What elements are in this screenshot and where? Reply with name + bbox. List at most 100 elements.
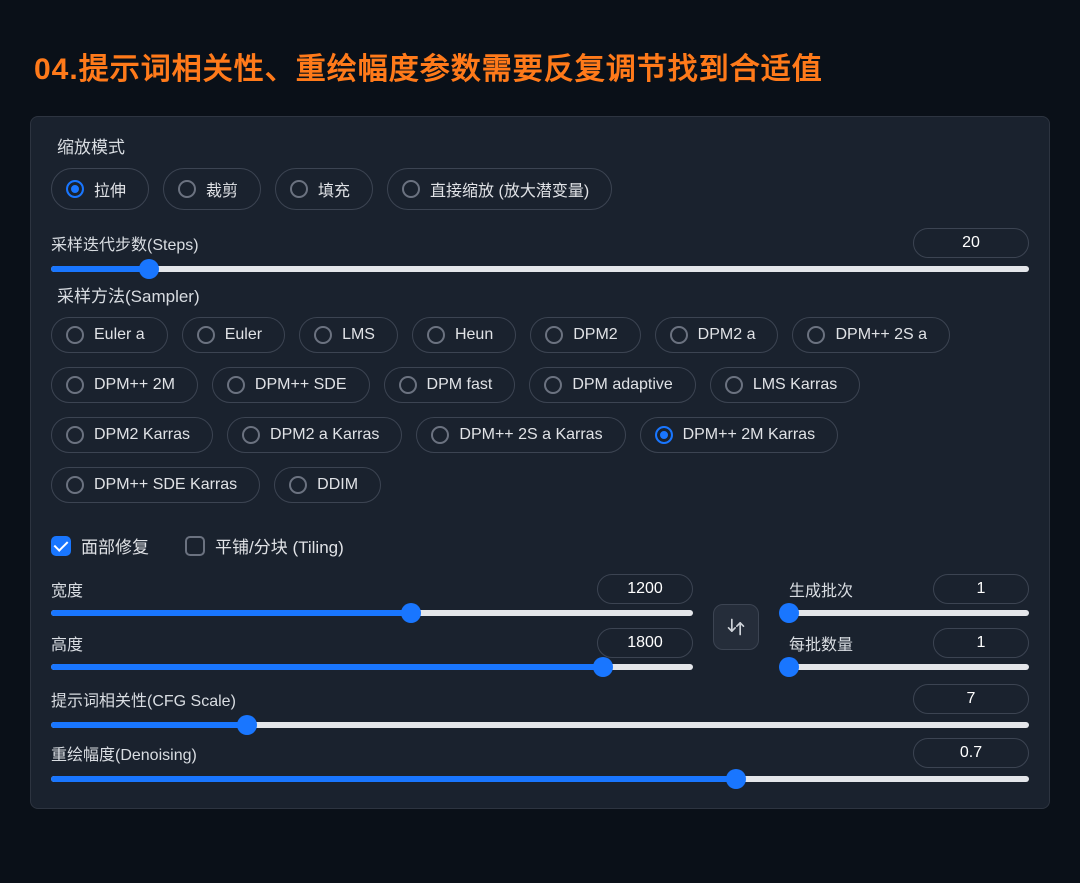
height-slider-thumb[interactable] bbox=[593, 657, 613, 677]
batch-size-label: 每批数量 bbox=[789, 631, 853, 655]
sampler-option[interactable]: DPM++ 2S a bbox=[792, 317, 950, 353]
radio-icon bbox=[399, 376, 417, 394]
cfg-value[interactable]: 7 bbox=[913, 684, 1029, 714]
denoise-value[interactable]: 0.7 bbox=[913, 738, 1029, 768]
scale-mode-option-label: 裁剪 bbox=[206, 177, 238, 201]
sampler-option[interactable]: Euler a bbox=[51, 317, 168, 353]
sampler-option-label: DPM2 a Karras bbox=[270, 426, 379, 444]
batch-count-slider[interactable] bbox=[789, 610, 1029, 616]
height-slider[interactable] bbox=[51, 664, 693, 670]
sampler-option[interactable]: DPM2 Karras bbox=[51, 417, 213, 453]
steps-slider-thumb[interactable] bbox=[139, 259, 159, 279]
sampler-option[interactable]: LMS bbox=[299, 317, 398, 353]
sampler-option-label: DPM fast bbox=[427, 376, 493, 394]
radio-icon bbox=[290, 180, 308, 198]
sampler-option[interactable]: DPM fast bbox=[384, 367, 516, 403]
width-value[interactable]: 1200 bbox=[597, 574, 693, 604]
cfg-slider[interactable] bbox=[51, 722, 1029, 728]
radio-icon bbox=[431, 426, 449, 444]
denoise-slider[interactable] bbox=[51, 776, 1029, 782]
batch-count-slider-thumb[interactable] bbox=[779, 603, 799, 623]
radio-icon bbox=[197, 326, 215, 344]
steps-slider-block: 采样迭代步数(Steps) 20 bbox=[51, 228, 1029, 272]
batch-size-slider-thumb[interactable] bbox=[779, 657, 799, 677]
sampler-option-label: Heun bbox=[455, 326, 493, 344]
radio-icon bbox=[807, 326, 825, 344]
scale-mode-option[interactable]: 裁剪 bbox=[163, 168, 261, 210]
radio-icon bbox=[402, 180, 420, 198]
radio-icon bbox=[544, 376, 562, 394]
sampler-option-label: DPM++ SDE bbox=[255, 376, 347, 394]
sampler-option-label: DPM2 a bbox=[698, 326, 756, 344]
sampler-option-label: DPM2 bbox=[573, 326, 617, 344]
radio-icon bbox=[545, 326, 563, 344]
denoise-slider-block: 重绘幅度(Denoising) 0.7 bbox=[51, 738, 1029, 782]
width-label: 宽度 bbox=[51, 577, 83, 601]
sampler-option-label: DPM++ 2M bbox=[94, 376, 175, 394]
page-title: 04.提示词相关性、重绘幅度参数需要反复调节找到合适值 bbox=[0, 0, 1080, 116]
sampler-option-label: LMS bbox=[342, 326, 375, 344]
cfg-slider-thumb[interactable] bbox=[237, 715, 257, 735]
scale-mode-option[interactable]: 填充 bbox=[275, 168, 373, 210]
batch-size-value[interactable]: 1 bbox=[933, 628, 1029, 658]
sampler-option-label: LMS Karras bbox=[753, 376, 837, 394]
checkbox-icon bbox=[185, 536, 205, 556]
sampler-option[interactable]: DPM++ 2M bbox=[51, 367, 198, 403]
scale-mode-option[interactable]: 直接缩放 (放大潜变量) bbox=[387, 168, 612, 210]
denoise-label: 重绘幅度(Denoising) bbox=[51, 741, 197, 765]
radio-icon bbox=[227, 376, 245, 394]
batch-size-slider[interactable] bbox=[789, 664, 1029, 670]
sampler-option[interactable]: DPM++ SDE bbox=[212, 367, 370, 403]
sampler-option-label: DPM++ 2S a Karras bbox=[459, 426, 602, 444]
radio-icon bbox=[66, 326, 84, 344]
radio-icon bbox=[66, 426, 84, 444]
face-restore-label: 面部修复 bbox=[81, 533, 149, 558]
height-label: 高度 bbox=[51, 631, 83, 655]
steps-label: 采样迭代步数(Steps) bbox=[51, 231, 199, 255]
cfg-label: 提示词相关性(CFG Scale) bbox=[51, 687, 236, 711]
sampler-group: 采样方法(Sampler) Euler a Euler LMS Heun DPM2 DPM… bbox=[51, 282, 1029, 513]
radio-icon bbox=[314, 326, 332, 344]
height-slider-fill bbox=[51, 664, 603, 670]
sampler-option[interactable]: Heun bbox=[412, 317, 516, 353]
cfg-slider-fill bbox=[51, 722, 247, 728]
sampler-option[interactable]: DPM++ SDE Karras bbox=[51, 467, 260, 503]
steps-slider-fill bbox=[51, 266, 149, 272]
radio-icon bbox=[66, 476, 84, 494]
radio-icon bbox=[725, 376, 743, 394]
steps-slider[interactable] bbox=[51, 266, 1029, 272]
radio-icon bbox=[655, 426, 673, 444]
sampler-option[interactable]: Euler bbox=[182, 317, 285, 353]
scale-mode-option-label: 填充 bbox=[318, 177, 350, 201]
width-slider-thumb[interactable] bbox=[401, 603, 421, 623]
sampler-option[interactable]: DPM++ 2S a Karras bbox=[416, 417, 625, 453]
sampler-option[interactable]: DPM2 bbox=[530, 317, 640, 353]
sampler-option[interactable]: DDIM bbox=[274, 467, 381, 503]
sampler-option[interactable]: DPM2 a bbox=[655, 317, 779, 353]
batch-count-block: 生成批次 1 bbox=[789, 574, 1029, 626]
face-restore-checkbox[interactable]: 面部修复 bbox=[51, 533, 149, 558]
checkbox-icon bbox=[51, 536, 71, 556]
radio-icon bbox=[242, 426, 260, 444]
sampler-option[interactable]: LMS Karras bbox=[710, 367, 860, 403]
tiling-checkbox[interactable]: 平铺/分块 (Tiling) bbox=[185, 533, 344, 558]
sampler-legend: 采样方法(Sampler) bbox=[51, 282, 206, 307]
batch-count-value[interactable]: 1 bbox=[933, 574, 1029, 604]
width-slider[interactable] bbox=[51, 610, 693, 616]
height-value[interactable]: 1800 bbox=[597, 628, 693, 658]
sampler-option-label: DDIM bbox=[317, 476, 358, 494]
radio-icon bbox=[289, 476, 307, 494]
swap-vertical-icon bbox=[726, 617, 746, 637]
batch-count-label: 生成批次 bbox=[789, 577, 853, 601]
sampler-option[interactable]: DPM2 a Karras bbox=[227, 417, 402, 453]
sampler-option[interactable]: DPM adaptive bbox=[529, 367, 696, 403]
scale-mode-option[interactable]: 拉伸 bbox=[51, 168, 149, 210]
width-slider-fill bbox=[51, 610, 411, 616]
sampler-option-label: Euler a bbox=[94, 326, 145, 344]
sampler-option[interactable]: DPM++ 2M Karras bbox=[640, 417, 838, 453]
scale-mode-legend: 缩放模式 bbox=[51, 133, 131, 158]
swap-dimensions-button[interactable] bbox=[713, 604, 759, 650]
steps-value[interactable]: 20 bbox=[913, 228, 1029, 258]
denoise-slider-thumb[interactable] bbox=[726, 769, 746, 789]
sampler-option-label: DPM++ 2S a bbox=[835, 326, 927, 344]
